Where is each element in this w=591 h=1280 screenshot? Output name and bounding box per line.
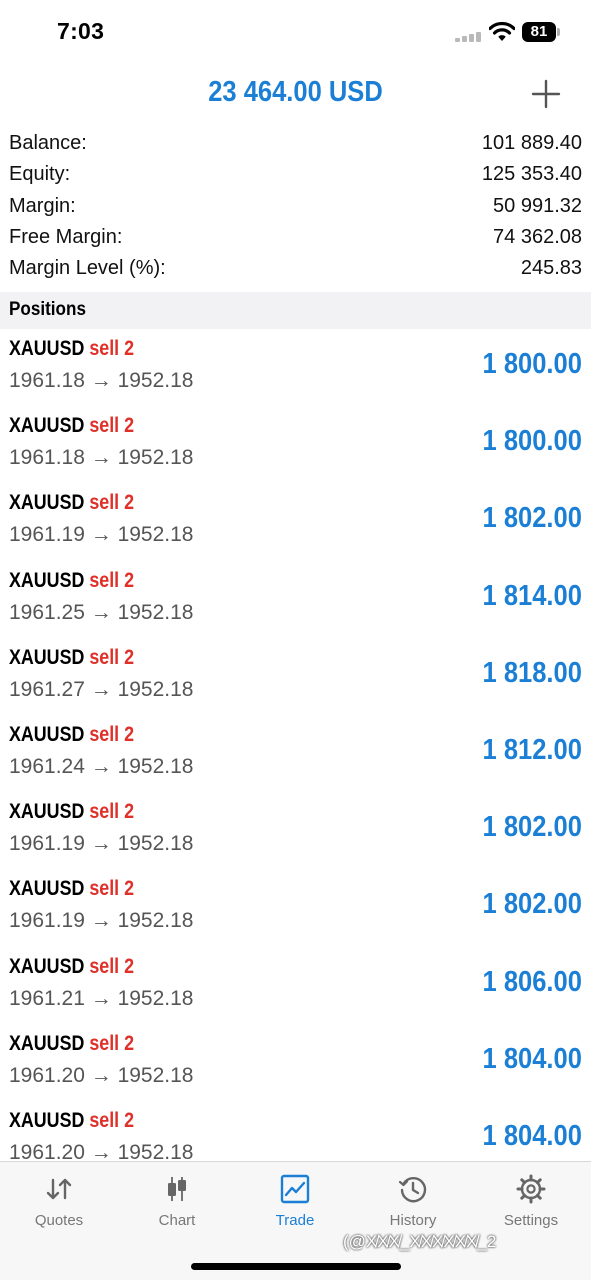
position-row[interactable]: XAUUSD sell 2 1961.27 → 1952.18 1 818.00: [0, 638, 591, 715]
position-side: sell 2: [89, 645, 135, 669]
position-symbol: XAUUSD: [9, 800, 85, 824]
summary-label: Margin Level (%):: [9, 257, 166, 280]
position-symbol: XAUUSD: [9, 491, 85, 515]
position-symbol: XAUUSD: [9, 1108, 85, 1132]
watermark-text: (@X̸X̸X̸_X̸X̸X̸X̸X̸X̸_2: [343, 1232, 497, 1251]
battery-icon: 81: [522, 22, 562, 42]
summary-value: 50 991.32: [493, 194, 582, 217]
position-profit: 1 812.00: [482, 733, 582, 766]
equity-row: Equity: 125 353.40: [0, 159, 591, 190]
position-prices: 1961.27 → 1952.18: [9, 677, 194, 701]
position-profit: 1 804.00: [482, 1119, 582, 1152]
position-symbol: XAUUSD: [9, 1031, 85, 1055]
position-symbol: XAUUSD: [9, 568, 85, 592]
position-row[interactable]: XAUUSD sell 2 1961.20 → 1952.18 1 804.00: [0, 1101, 591, 1161]
position-symbol: XAUUSD: [9, 645, 85, 669]
position-prices: 1961.25 → 1952.18: [9, 600, 194, 624]
position-side: sell 2: [89, 1031, 135, 1055]
tab-label: Chart: [158, 1212, 196, 1229]
position-row[interactable]: XAUUSD sell 2 1961.20 → 1952.18 1 804.00: [0, 1024, 591, 1101]
position-prices: 1961.20 → 1952.18: [9, 1063, 194, 1087]
position-row[interactable]: XAUUSD sell 2 1961.24 → 1952.18 1 812.00: [0, 715, 591, 792]
tab-quotes[interactable]: Quotes: [0, 1172, 118, 1242]
position-symbol: XAUUSD: [9, 337, 85, 360]
positions-list[interactable]: XAUUSD sell 2 1961.18 → 1952.18 1 800.00…: [0, 329, 591, 1161]
position-side: sell 2: [89, 877, 135, 901]
summary-value: 74 362.08: [493, 225, 582, 248]
position-side: sell 2: [89, 722, 135, 746]
tab-trade[interactable]: Trade: [236, 1172, 354, 1242]
position-profit: 1 800.00: [482, 425, 582, 458]
position-prices: 1961.20 → 1952.18: [9, 1140, 194, 1161]
position-symbol: XAUUSD: [9, 954, 85, 978]
position-side: sell 2: [89, 568, 135, 592]
position-side: sell 2: [89, 800, 135, 824]
position-side: sell 2: [89, 954, 135, 978]
position-prices: 1961.18 → 1952.18: [9, 369, 194, 392]
summary-value: 125 353.40: [481, 163, 582, 186]
summary-value: 245.83: [520, 257, 582, 280]
position-symbol: XAUUSD: [9, 414, 85, 438]
position-row[interactable]: XAUUSD sell 2 1961.21 → 1952.18 1 806.00: [0, 947, 591, 1024]
home-indicator[interactable]: [191, 1263, 401, 1270]
margin-row: Margin: 50 991.32: [0, 191, 591, 222]
position-row[interactable]: XAUUSD sell 2 1961.19 → 1952.18 1 802.00: [0, 792, 591, 869]
account-summary: Balance: 101 889.40 Equity: 125 353.40 M…: [0, 128, 591, 284]
position-profit: 1 802.00: [482, 888, 582, 921]
summary-label: Balance:: [9, 132, 87, 154]
trade-chart-icon: [280, 1174, 310, 1204]
positions-section-header: Positions: [0, 292, 591, 329]
tab-label: Settings: [503, 1212, 559, 1229]
tab-bar: Quotes Chart Trade History Settings (@X̸…: [0, 1161, 591, 1280]
position-row[interactable]: XAUUSD sell 2 1961.19 → 1952.18 1 802.00: [0, 869, 591, 946]
position-prices: 1961.19 → 1952.18: [9, 909, 194, 933]
wifi-icon: [489, 22, 515, 41]
position-side: sell 2: [89, 1108, 135, 1132]
position-row[interactable]: XAUUSD sell 2 1961.25 → 1952.18 1 814.00: [0, 561, 591, 638]
quotes-arrows-icon: [46, 1178, 72, 1200]
cellular-signal-icon: [455, 32, 483, 42]
position-profit: 1 806.00: [482, 965, 582, 998]
candlestick-chart-icon: [168, 1177, 186, 1201]
add-order-button[interactable]: [528, 76, 564, 112]
position-profit: 1 804.00: [482, 1042, 582, 1075]
position-profit: 1 800.00: [482, 348, 582, 380]
position-symbol: XAUUSD: [9, 722, 85, 746]
position-prices: 1961.21 → 1952.18: [9, 986, 194, 1010]
balance-row: Balance: 101 889.40: [0, 128, 591, 159]
summary-label: Equity:: [9, 163, 71, 186]
position-profit: 1 814.00: [482, 579, 582, 612]
position-prices: 1961.18 → 1952.18: [9, 446, 194, 470]
position-row[interactable]: XAUUSD sell 2 1961.18 → 1952.18 1 800.00: [0, 329, 591, 406]
position-side: sell 2: [89, 414, 135, 438]
position-prices: 1961.24 → 1952.18: [9, 754, 194, 778]
account-profit-title: 23 464.00 USD: [208, 76, 383, 108]
position-side: sell 2: [89, 491, 135, 515]
margin-level-row: Margin Level (%): 245.83: [0, 253, 591, 284]
position-profit: 1 802.00: [482, 502, 582, 535]
status-time: 7:03: [57, 18, 105, 44]
summary-label: Margin:: [9, 194, 76, 217]
status-bar: 7:03 81: [0, 0, 591, 64]
position-prices: 1961.19 → 1952.18: [9, 832, 194, 856]
position-row[interactable]: XAUUSD sell 2 1961.19 → 1952.18 1 802.00: [0, 483, 591, 560]
position-row[interactable]: XAUUSD sell 2 1961.18 → 1952.18 1 800.00: [0, 406, 591, 483]
gear-icon: [516, 1174, 546, 1204]
summary-value: 101 889.40: [481, 132, 582, 154]
battery-level: 81: [530, 23, 548, 40]
tab-label: History: [389, 1212, 437, 1229]
positions-title: Positions: [9, 299, 86, 320]
header: 23 464.00 USD: [0, 64, 591, 124]
summary-label: Free Margin:: [9, 225, 123, 248]
free-margin-row: Free Margin: 74 362.08: [0, 222, 591, 253]
tab-label: Trade: [275, 1212, 315, 1229]
position-profit: 1 802.00: [482, 811, 582, 844]
position-side: sell 2: [89, 337, 135, 360]
tab-label: Quotes: [34, 1212, 84, 1229]
position-prices: 1961.19 → 1952.18: [9, 523, 194, 547]
history-clock-icon: [398, 1177, 427, 1203]
position-symbol: XAUUSD: [9, 877, 85, 901]
tab-chart[interactable]: Chart: [118, 1172, 236, 1242]
position-profit: 1 818.00: [482, 656, 582, 689]
